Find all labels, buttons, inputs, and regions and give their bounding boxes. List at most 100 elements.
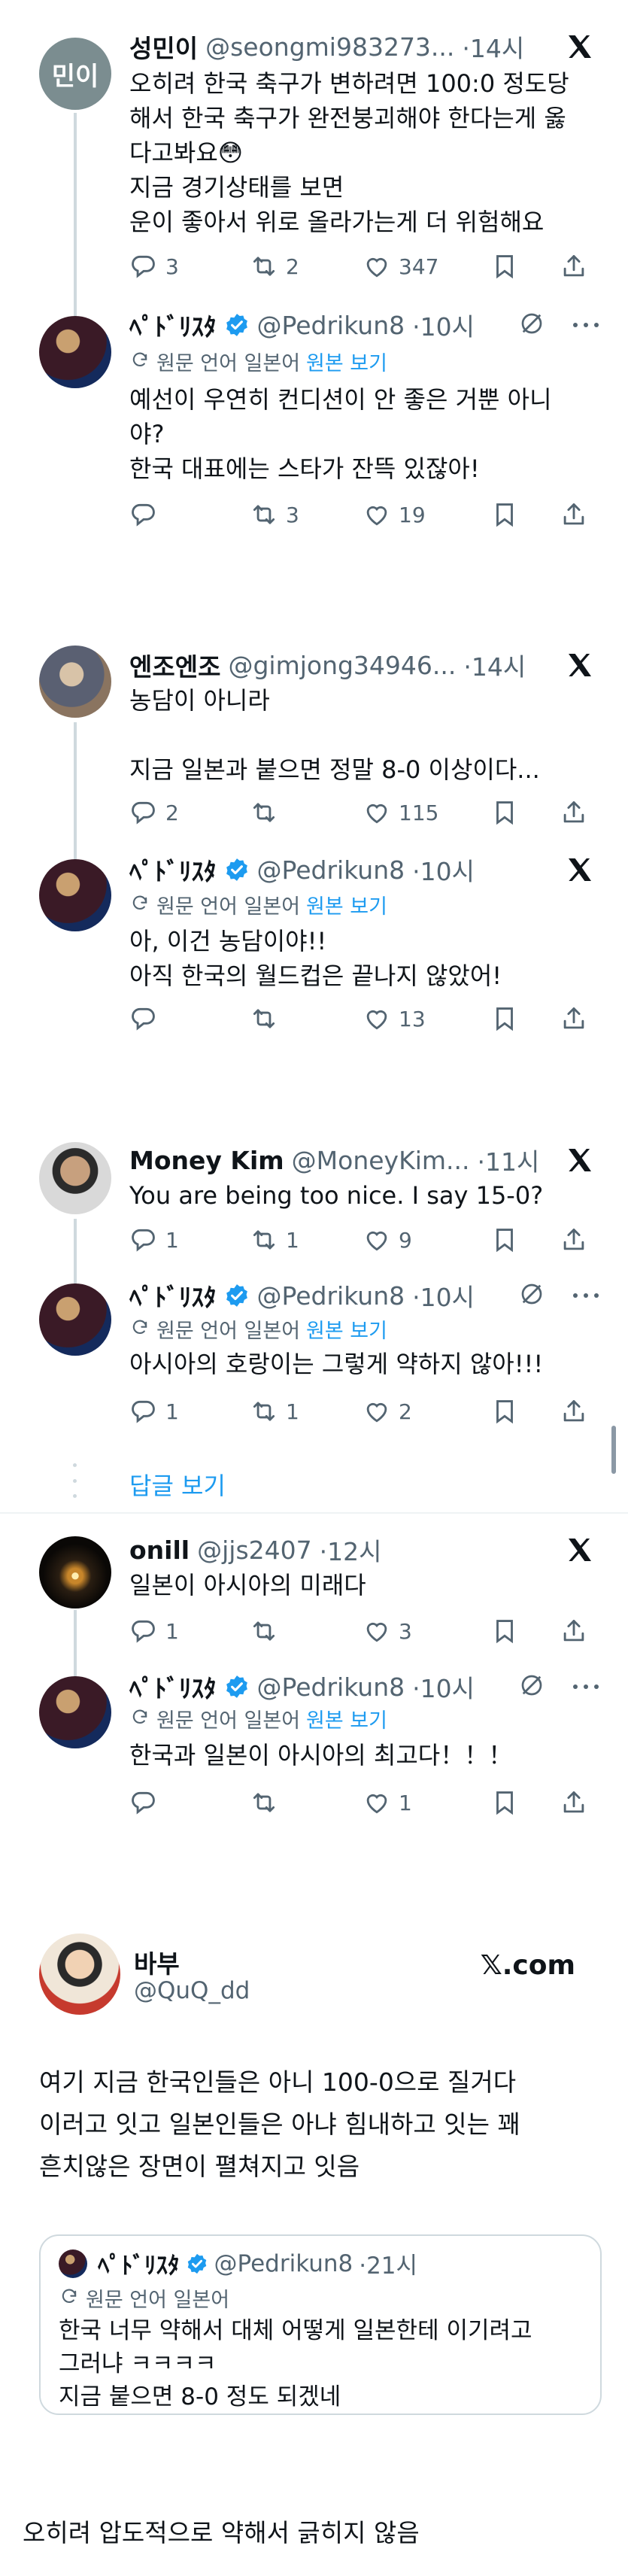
author-handle[interactable]: @Pedrikun8 (257, 1281, 405, 1311)
like-button[interactable]: 3 (363, 1617, 490, 1645)
more-options-icon[interactable] (571, 319, 601, 331)
reply-button[interactable] (129, 1788, 250, 1817)
author-handle[interactable]: @seongmi983273... (205, 32, 454, 62)
show-original-link[interactable]: 원본 보기 (306, 1704, 387, 1733)
tweet-text: 예선이 우연히 컨디션이 안 좋은 거뿐 아니 야? 한국 대표에는 스타가 잔… (129, 385, 552, 483)
bookmark-button[interactable] (490, 798, 560, 827)
retweet-button[interactable] (250, 1004, 363, 1033)
author-handle[interactable]: @Pedrikun8 (257, 855, 405, 885)
show-original-link[interactable]: 원본 보기 (306, 1314, 387, 1344)
quoted-tweet[interactable]: ﾍﾟﾄﾞﾘｽﾀ @Pedrikun8 ·21시 원문 언어 일본어 한국 너무 … (39, 2234, 602, 2415)
bookmark-icon (490, 798, 519, 827)
more-options-icon[interactable] (571, 1290, 601, 1302)
share-button[interactable] (560, 1617, 605, 1645)
timestamp[interactable]: ·14시 (463, 649, 526, 682)
reply-button[interactable] (129, 500, 250, 529)
author-name[interactable]: 바부 (134, 1944, 180, 1980)
timestamp[interactable]: ·11시 (478, 1144, 539, 1177)
show-original-link[interactable]: 원본 보기 (306, 347, 387, 376)
retweet-button[interactable] (250, 798, 363, 827)
share-icon (560, 798, 588, 827)
bookmark-button[interactable] (490, 500, 560, 529)
bookmark-button[interactable] (490, 1397, 560, 1426)
retweet-button[interactable]: 3 (250, 500, 363, 529)
bookmark-button[interactable] (490, 1226, 560, 1254)
avatar[interactable] (39, 1676, 111, 1748)
like-button[interactable]: 13 (363, 1004, 490, 1033)
avatar[interactable]: 민이 (39, 38, 111, 110)
like-count: 19 (399, 502, 426, 527)
author-handle[interactable]: @Pedrikun8 (257, 311, 405, 340)
heart-icon (363, 1226, 391, 1254)
author-handle[interactable]: @jjs2407 (197, 1536, 312, 1565)
author-name[interactable]: Money Kim (129, 1146, 284, 1175)
reply-button[interactable]: 1 (129, 1397, 250, 1426)
timestamp[interactable]: ·12시 (320, 1533, 382, 1566)
author-handle[interactable]: @MoneyKim... (292, 1146, 470, 1175)
retweet-button[interactable]: 1 (250, 1226, 363, 1254)
share-button[interactable] (560, 1226, 605, 1254)
author-name[interactable]: ﾍﾟﾄﾞﾘｽﾀ (129, 1670, 217, 1703)
reply-button[interactable]: 1 (129, 1226, 250, 1254)
like-button[interactable]: 115 (363, 798, 490, 827)
author-name[interactable]: ﾍﾟﾄﾞﾘｽﾀ (129, 853, 217, 886)
share-button[interactable] (560, 1788, 605, 1817)
like-button[interactable]: 2 (363, 1397, 490, 1426)
share-button[interactable] (560, 1397, 605, 1426)
translate-icon (129, 894, 150, 915)
avatar[interactable] (39, 1536, 111, 1608)
timestamp[interactable]: ·10시 (412, 1279, 475, 1312)
author-name[interactable]: 성민이 (129, 30, 198, 63)
x-com-logo: 𝕏.com (480, 1950, 575, 1981)
author-handle[interactable]: @Pedrikun8 (257, 1672, 405, 1702)
avatar[interactable] (39, 646, 111, 718)
show-original-link[interactable]: 원본 보기 (306, 890, 387, 919)
author-name[interactable]: onill (129, 1536, 190, 1565)
bookmark-button[interactable] (490, 252, 560, 281)
share-button[interactable] (560, 252, 605, 281)
like-button[interactable]: 9 (363, 1226, 490, 1254)
reply-button[interactable]: 2 (129, 798, 250, 827)
avatar[interactable] (39, 859, 111, 931)
timestamp[interactable]: ·10시 (412, 308, 475, 342)
timestamp[interactable]: ·14시 (462, 30, 524, 63)
avatar (59, 2249, 87, 2278)
show-replies-link[interactable]: 답글 보기 (129, 1467, 226, 1502)
reply-button[interactable]: 3 (129, 252, 250, 281)
retweet-button[interactable]: 2 (250, 252, 363, 281)
like-button[interactable]: 19 (363, 500, 490, 529)
avatar[interactable] (39, 1283, 111, 1356)
reply-button[interactable] (129, 1004, 250, 1033)
avatar[interactable] (39, 1142, 111, 1214)
author-handle[interactable]: @gimjong34946... (228, 651, 456, 680)
avatar[interactable] (39, 316, 111, 388)
tweet-actions: 2 115 (129, 794, 605, 831)
timestamp[interactable]: ·10시 (412, 1670, 475, 1703)
author-name[interactable]: ﾍﾟﾄﾞﾘｽﾀ (129, 308, 217, 342)
author-name[interactable]: 엔조엔조 (129, 649, 220, 682)
block-icon[interactable] (518, 1672, 545, 1699)
reply-button[interactable]: 1 (129, 1617, 250, 1645)
author-name[interactable]: ﾍﾟﾄﾞﾘｽﾀ (129, 1279, 217, 1312)
verified-badge-icon (224, 857, 250, 882)
timestamp[interactable]: ·10시 (412, 853, 475, 886)
share-button[interactable] (560, 1004, 605, 1033)
share-button[interactable] (560, 798, 605, 827)
avatar[interactable] (39, 1934, 120, 2015)
retweet-icon (250, 252, 278, 281)
bookmark-button[interactable] (490, 1004, 560, 1033)
reply-icon (129, 798, 158, 827)
like-button[interactable]: 1 (363, 1788, 490, 1817)
bookmark-button[interactable] (490, 1617, 560, 1645)
bookmark-button[interactable] (490, 1788, 560, 1817)
retweet-button[interactable]: 1 (250, 1397, 363, 1426)
more-options-icon[interactable] (571, 1681, 601, 1693)
block-icon[interactable] (518, 310, 545, 337)
like-button[interactable]: 347 (363, 252, 490, 281)
scrollbar[interactable] (611, 1426, 616, 1474)
block-icon[interactable] (518, 1280, 545, 1308)
share-button[interactable] (560, 500, 605, 529)
retweet-button[interactable] (250, 1617, 363, 1645)
retweet-button[interactable] (250, 1788, 363, 1817)
author-handle[interactable]: @QuQ_dd (134, 1977, 250, 2004)
